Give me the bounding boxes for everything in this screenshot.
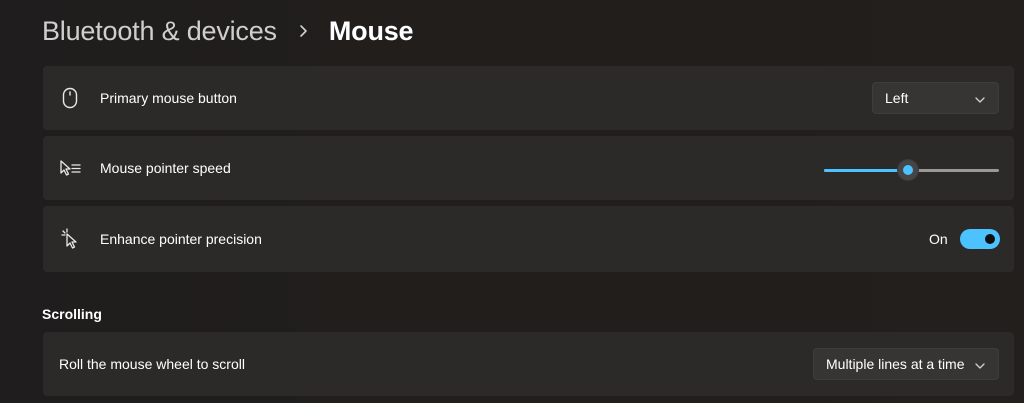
chevron-right-icon <box>289 16 319 46</box>
toggle-state-label: On <box>929 231 948 247</box>
pointer-speed-slider[interactable] <box>824 160 999 180</box>
primary-mouse-button-label: Primary mouse button <box>100 90 237 106</box>
pointer-precision-toggle[interactable] <box>960 229 1000 249</box>
pointer-speed-icon <box>59 157 81 179</box>
page-title: Mouse <box>328 15 414 46</box>
scroll-wheel-dropdown[interactable]: Multiple lines at a time <box>813 348 999 380</box>
pointer-precision-icon <box>59 228 81 250</box>
primary-mouse-button-dropdown[interactable]: Left <box>872 82 999 114</box>
pointer-speed-card: Mouse pointer speed <box>43 136 1014 200</box>
scroll-wheel-value: Multiple lines at a time <box>826 356 965 372</box>
pointer-precision-card: Enhance pointer precision On <box>43 206 1014 272</box>
scrolling-section-heading: Scrolling <box>42 306 102 322</box>
slider-fill <box>824 169 908 172</box>
breadcrumb: Bluetooth & devices Mouse <box>42 12 414 50</box>
pointer-speed-label: Mouse pointer speed <box>100 160 231 176</box>
mouse-icon <box>59 87 81 109</box>
chevron-down-icon <box>974 359 986 371</box>
primary-mouse-button-card: Primary mouse button Left <box>43 66 1014 130</box>
breadcrumb-parent-link[interactable]: Bluetooth & devices <box>42 16 277 47</box>
settings-page: Bluetooth & devices Mouse Primary mouse … <box>0 0 1024 403</box>
toggle-knob <box>985 234 995 244</box>
scroll-wheel-card: Roll the mouse wheel to scroll Multiple … <box>43 332 1014 396</box>
scroll-wheel-label: Roll the mouse wheel to scroll <box>59 356 245 372</box>
chevron-down-icon <box>974 93 986 105</box>
slider-thumb[interactable] <box>898 160 918 180</box>
primary-mouse-button-value: Left <box>885 90 909 106</box>
pointer-precision-label: Enhance pointer precision <box>100 231 262 247</box>
